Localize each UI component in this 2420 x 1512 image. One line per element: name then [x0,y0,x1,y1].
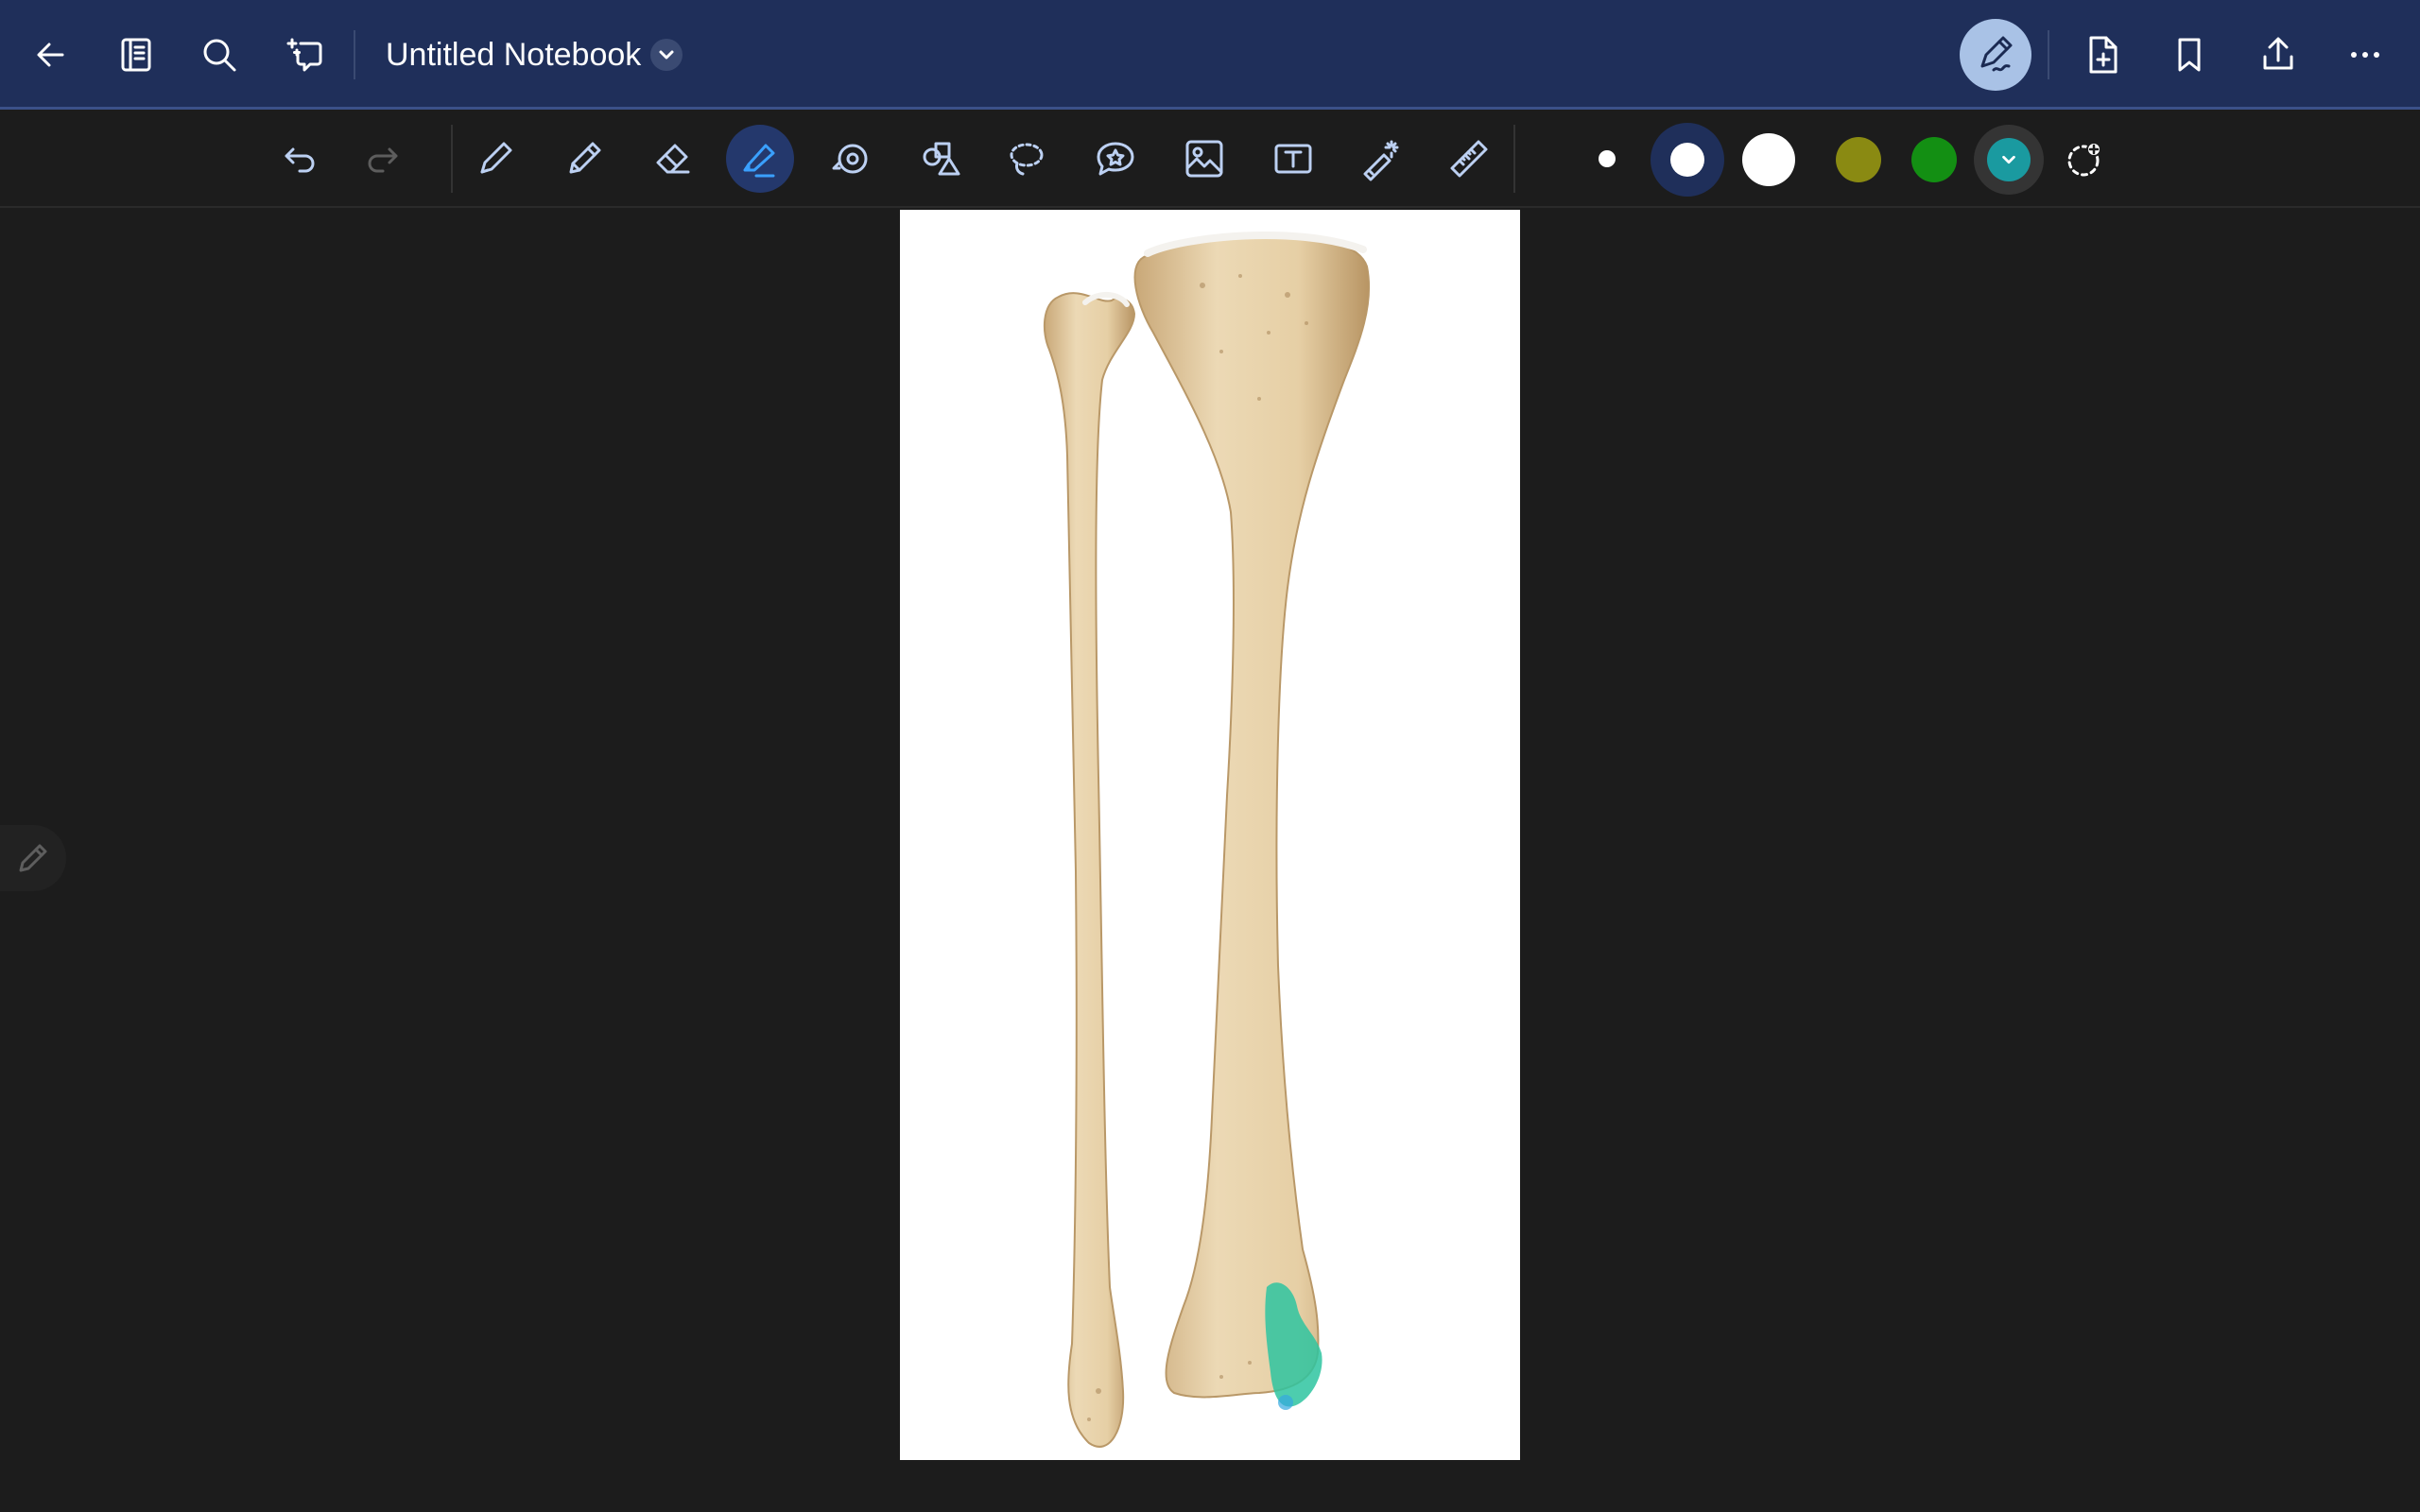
search-icon[interactable] [189,25,250,85]
highlight-stroke-end [1278,1395,1293,1410]
top-bar: Untitled Notebook [0,0,2420,110]
stroke-size-large[interactable] [1742,133,1795,186]
shapes-icon[interactable] [906,125,974,193]
pen-icon[interactable] [461,125,529,193]
color-swatch-teal[interactable] [1987,138,2031,181]
text-icon[interactable] [1259,125,1327,193]
undo-icon[interactable] [267,125,335,193]
notebook-title: Untitled Notebook [386,37,642,73]
tibia-bone [1133,232,1371,1399]
header-divider [354,30,355,79]
bookmark-icon[interactable] [2159,25,2220,85]
side-pencil-tab[interactable] [0,825,66,891]
notebook-page[interactable] [900,210,1520,1460]
redo-icon[interactable] [348,125,416,193]
color-swatch-olive[interactable] [1836,137,1881,182]
add-page-icon[interactable] [2072,25,2133,85]
chevron-down-icon [2002,155,2015,164]
stroke-size-medium[interactable] [1670,143,1704,177]
pencil-icon[interactable] [550,125,618,193]
stroke-size-small[interactable] [1599,150,1616,167]
color-swatch-green[interactable] [1911,137,1957,182]
drawing-toolbar [0,110,2420,208]
highlighter-icon[interactable] [726,125,794,193]
notebook-title-button[interactable]: Untitled Notebook [386,32,683,77]
pen-mode-icon[interactable] [1960,19,2031,91]
ruler-icon[interactable] [1435,125,1503,193]
header-divider-right [2048,30,2049,79]
bone-illustration [1043,232,1371,1448]
toolbar-divider-2 [1513,125,1515,193]
back-arrow-icon[interactable] [21,25,81,85]
pencil-icon [19,844,47,872]
fibula-bone [1043,292,1136,1448]
chevron-down-icon[interactable] [650,39,683,71]
sidebar-icon[interactable] [106,25,166,85]
ai-chat-icon[interactable] [274,25,335,85]
laser-pointer-icon[interactable] [1346,125,1414,193]
tape-icon[interactable] [817,125,885,193]
image-icon[interactable] [1170,125,1238,193]
eraser-icon[interactable] [639,125,707,193]
toolbar-divider [451,125,453,193]
sticker-icon[interactable] [1081,125,1150,193]
lasso-icon[interactable] [993,125,1061,193]
add-color-icon[interactable] [2051,125,2119,193]
more-icon[interactable] [2335,25,2395,85]
share-icon[interactable] [2248,25,2308,85]
